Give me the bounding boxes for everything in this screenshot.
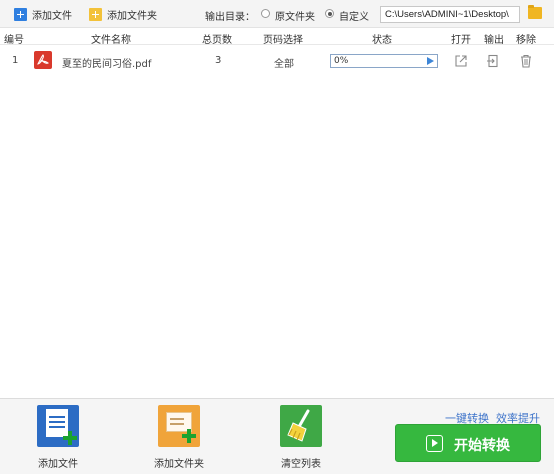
add-folder-icon (89, 7, 102, 21)
start-convert-button[interactable]: 开始转换 (395, 424, 541, 462)
output-icon[interactable] (486, 54, 500, 68)
col-status: 状态 (372, 35, 392, 46)
col-open: 打开 (451, 35, 471, 46)
row-filename: 夏至的民间习俗.pdf (62, 59, 152, 70)
document-plus-icon (37, 405, 79, 447)
output-dir-label: 输出目录： (205, 12, 255, 23)
toolbar: 添加文件 添加文件夹 输出目录： 原文件夹 自定义 C:\Users\ADMIN… (0, 0, 554, 28)
col-pages: 总页数 (202, 35, 232, 46)
row-index: 1 (12, 55, 19, 66)
row-pages: 3 (215, 55, 222, 66)
col-page-select: 页码选择 (263, 35, 303, 46)
col-output: 输出 (484, 35, 504, 46)
col-index: 编号 (4, 35, 24, 46)
col-filename: 文件名称 (91, 35, 131, 46)
clear-list-label: 清空列表 (281, 459, 321, 470)
col-remove: 移除 (516, 35, 536, 46)
radio-custom[interactable] (325, 9, 334, 18)
bottom-add-folder-label: 添加文件夹 (154, 459, 204, 470)
bottom-add-file-label: 添加文件 (38, 459, 78, 470)
play-square-icon (426, 435, 443, 452)
folder-browse-icon[interactable] (528, 5, 542, 19)
add-file-label: 添加文件 (32, 10, 72, 22)
play-icon[interactable] (427, 57, 434, 65)
folder-plus-icon (158, 405, 200, 447)
open-external-icon[interactable] (454, 54, 468, 68)
add-file-button[interactable]: 添加文件 (14, 5, 72, 23)
progress-bar: 0% (330, 54, 438, 68)
add-file-icon (14, 7, 27, 21)
progress-text: 0% (334, 56, 349, 66)
radio-original-folder[interactable] (261, 9, 270, 18)
row-page-select[interactable]: 全部 (274, 55, 294, 70)
radio-original-folder-label[interactable]: 原文件夹 (275, 8, 315, 23)
bottom-add-file-button[interactable]: 添加文件 (21, 405, 91, 471)
table-header: 编号 文件名称 总页数 页码选择 状态 打开 输出 移除 (0, 29, 554, 46)
bottom-add-folder-button[interactable]: 添加文件夹 (142, 405, 212, 471)
radio-custom-label[interactable]: 自定义 (339, 8, 369, 23)
output-path-field[interactable]: C:\Users\ADMINI~1\Desktop\ (380, 6, 520, 23)
broom-icon (280, 405, 322, 447)
add-folder-button[interactable]: 添加文件夹 (89, 5, 157, 23)
add-folder-label: 添加文件夹 (107, 10, 157, 22)
clear-list-button[interactable]: 清空列表 (264, 405, 334, 471)
start-convert-label: 开始转换 (454, 438, 510, 454)
trash-icon[interactable] (519, 54, 533, 68)
table-row[interactable]: 1 夏至的民间习俗.pdf 3 全部 0% (0, 46, 554, 76)
pdf-icon (34, 51, 52, 69)
